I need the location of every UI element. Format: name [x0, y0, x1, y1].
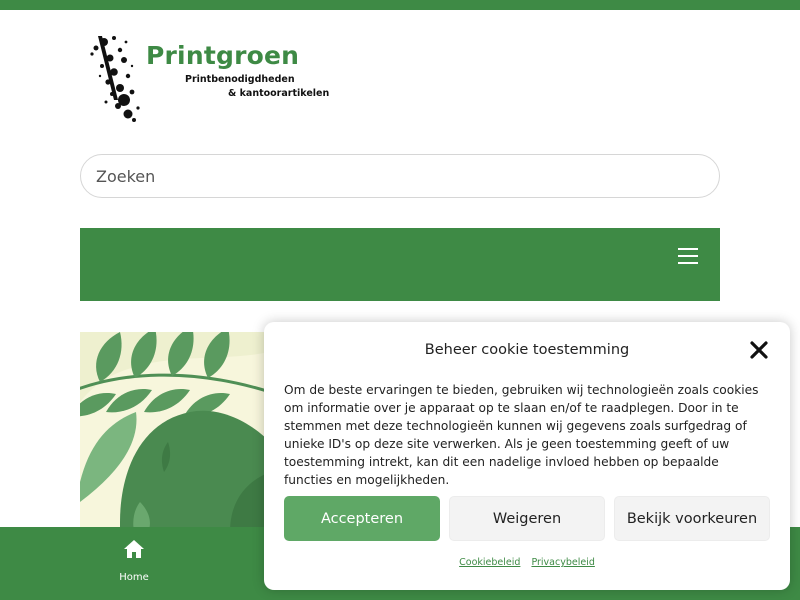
view-preferences-button[interactable]: Bekijk voorkeuren: [614, 496, 770, 541]
cookie-policy-link[interactable]: Cookiebeleid: [459, 557, 520, 568]
brand-tagline-1: Printbenodigdheden: [185, 74, 295, 85]
bottom-nav-home-label: Home: [119, 572, 149, 583]
leaf-banner-image: [80, 332, 270, 532]
close-icon[interactable]: [749, 340, 769, 360]
deny-cookies-button[interactable]: Weigeren: [449, 496, 605, 541]
leaf-illustration: [80, 332, 270, 532]
cookie-dialog-body: Om de beste ervaringen te bieden, gebrui…: [284, 383, 759, 487]
hamburger-menu-icon[interactable]: [678, 248, 698, 264]
privacy-policy-link[interactable]: Privacybeleid: [531, 557, 594, 568]
main-navigation-bar: [80, 228, 720, 301]
cookie-policy-links: Cookiebeleid Privacybeleid: [264, 557, 790, 568]
accept-cookies-button[interactable]: Accepteren: [284, 496, 440, 541]
cookie-dialog-title: Beheer cookie toestemming: [424, 342, 630, 358]
bottom-nav-home[interactable]: Home: [113, 539, 155, 589]
brand-name: Printgroen: [146, 41, 300, 70]
cookie-consent-dialog: Beheer cookie toestemming Om de beste er…: [264, 322, 790, 590]
home-icon: [124, 540, 144, 558]
top-accent-strip: [0, 0, 800, 10]
search-input[interactable]: [80, 154, 720, 198]
brand-tagline-2: & kantoorartikelen: [228, 88, 330, 99]
site-logo[interactable]: Printgroen Printbenodigdheden & kantoora…: [84, 30, 344, 126]
ink-splatter-icon: [90, 36, 140, 122]
